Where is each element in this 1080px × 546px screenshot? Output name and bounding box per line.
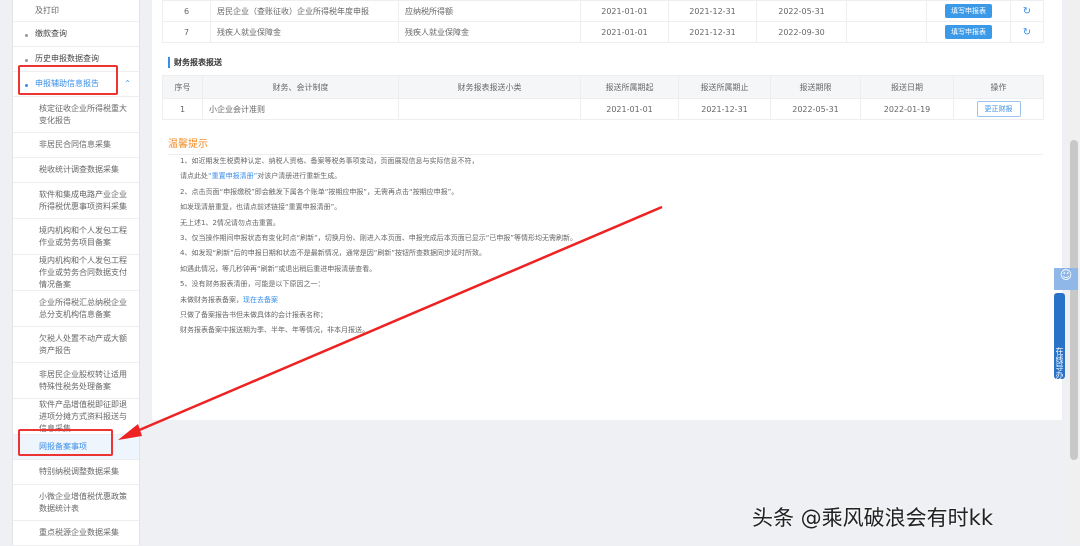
red-arrow <box>118 205 663 440</box>
watermark: 头条 @乘风破浪会有时kk <box>752 506 993 530</box>
arrow-head <box>118 424 142 440</box>
arrow-line <box>129 205 663 436</box>
